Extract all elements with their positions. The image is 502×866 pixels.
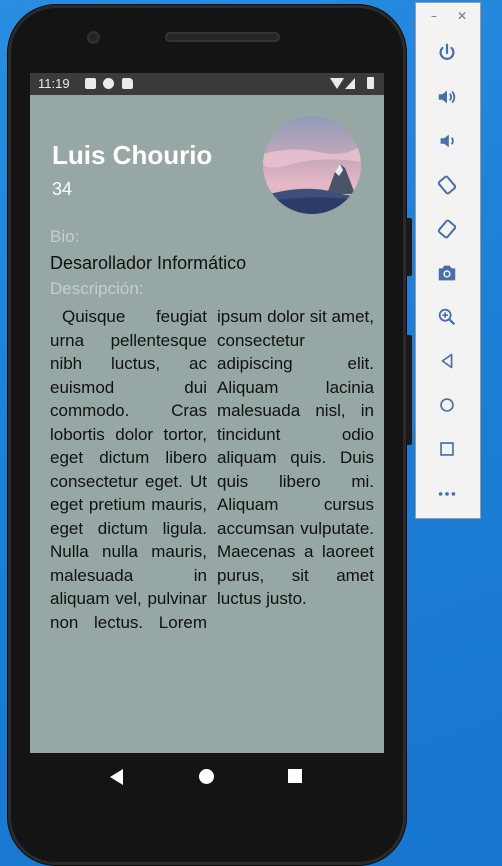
volume-down-icon[interactable]	[435, 129, 459, 153]
profile-name: Luis Chourio	[52, 140, 213, 170]
notification-a-icon	[85, 78, 96, 89]
power-side-button[interactable]	[406, 218, 412, 276]
status-bar: 11:19	[30, 73, 384, 95]
rotate-left-icon[interactable]	[435, 173, 459, 197]
battery-icon	[367, 77, 374, 89]
notification-b-icon	[103, 78, 114, 89]
sd-card-icon	[122, 78, 133, 89]
status-time: 11:19	[38, 76, 70, 91]
description-text: Quisque feugiat urna pellentesque nibh l…	[50, 307, 374, 632]
emulator-toolbar: – ✕	[415, 2, 481, 519]
signal-icon	[345, 78, 355, 89]
power-icon[interactable]	[435, 41, 459, 65]
nav-overview-icon[interactable]	[288, 769, 302, 783]
volume-up-icon[interactable]	[435, 85, 459, 109]
nav-home-icon[interactable]	[199, 769, 214, 784]
phone-screen: 11:19 Luis Chourio 34 Bio: Desarollador …	[30, 73, 384, 753]
volume-side-button[interactable]	[406, 335, 412, 445]
bio-text: Desarollador Informático	[50, 253, 247, 273]
avatar	[263, 116, 361, 214]
minimize-icon[interactable]: –	[431, 9, 437, 23]
more-icon[interactable]	[435, 481, 459, 505]
nav-back-icon[interactable]	[110, 769, 123, 785]
nav-bar	[30, 753, 384, 801]
camera-icon[interactable]	[435, 261, 459, 285]
earpiece-speaker	[165, 32, 280, 42]
profile-age: 34	[52, 179, 73, 199]
close-icon[interactable]: ✕	[457, 9, 467, 23]
zoom-icon[interactable]	[435, 305, 459, 329]
front-camera	[87, 31, 100, 44]
rotate-right-icon[interactable]	[435, 217, 459, 241]
back-icon[interactable]	[435, 349, 459, 373]
overview-icon[interactable]	[435, 437, 459, 461]
description-label: Descripción:	[50, 279, 144, 298]
bio-label: Bio:	[50, 227, 80, 246]
wifi-icon	[330, 78, 344, 89]
home-icon[interactable]	[435, 393, 459, 417]
